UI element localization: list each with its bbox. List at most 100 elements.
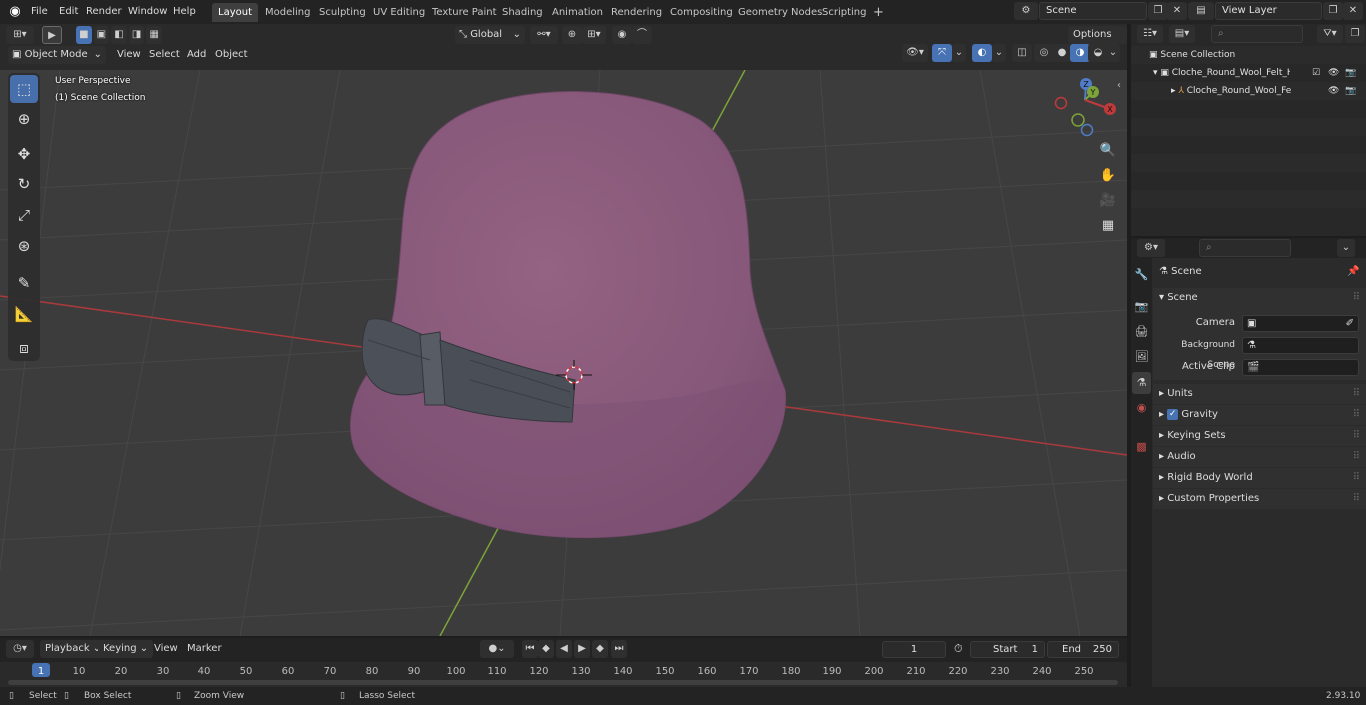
jump-start-icon[interactable]: ⏮ — [522, 640, 538, 658]
render-tab-icon[interactable]: 📷 — [1132, 296, 1151, 318]
drag-handle-icon[interactable]: ⠿ — [1353, 288, 1360, 308]
delete-scene-icon[interactable]: ✕ — [1167, 2, 1187, 20]
ortho-toggle-icon[interactable]: ▦ — [1097, 215, 1119, 237]
tab-modeling[interactable]: Modeling — [259, 3, 317, 22]
marker-menu[interactable]: Marker — [182, 640, 227, 658]
visibility-filter-icon[interactable]: 👁▾ — [902, 44, 928, 62]
tab-scripting[interactable]: Scripting — [816, 3, 872, 22]
gizmo-toggle-icon[interactable]: ⤧ — [932, 44, 952, 62]
camera-view-icon[interactable]: 🎥 — [1097, 190, 1119, 212]
menu-add[interactable]: Add — [182, 46, 211, 64]
proportional-edit-icon[interactable]: ◉ — [612, 26, 632, 44]
current-frame-field[interactable]: 1 — [882, 641, 946, 658]
sidebar-toggle-icon[interactable]: ‹ — [1117, 80, 1121, 91]
view-layer-tab-icon[interactable]: 🖼 — [1132, 346, 1151, 368]
filter-icon[interactable]: ⛛▾ — [1317, 25, 1343, 43]
gizmo-neg-z-handle[interactable] — [1080, 123, 1094, 137]
scene-selector-icon[interactable]: ⚙ — [1014, 2, 1038, 20]
eye-icon[interactable]: 👁 — [1328, 64, 1339, 82]
panel-audio[interactable]: ▸ Audio ⠿ — [1153, 447, 1366, 467]
new-view-layer-icon[interactable]: ❐ — [1323, 2, 1343, 20]
timeline-view-menu[interactable]: View — [149, 640, 183, 658]
menu-edit[interactable]: Edit — [54, 2, 83, 21]
keying-menu[interactable]: Keying ⌄ — [98, 640, 154, 658]
tab-sculpting[interactable]: Sculpting — [313, 3, 372, 22]
properties-search-input[interactable]: ⌕ — [1199, 239, 1291, 257]
tab-animation[interactable]: Animation — [546, 3, 609, 22]
drag-handle-icon[interactable]: ⠿ — [1353, 384, 1360, 404]
select-invert-icon[interactable]: ◨ — [128, 26, 145, 44]
add-cube-tool-icon[interactable]: ⧈ — [10, 334, 38, 362]
panel-rigid-body-world[interactable]: ▸ Rigid Body World ⠿ — [1153, 468, 1366, 488]
drag-handle-icon[interactable]: ⠿ — [1353, 489, 1360, 509]
solid-shading-icon[interactable]: ● — [1052, 44, 1072, 62]
snap-toggle-icon[interactable]: ⊕ — [562, 26, 582, 44]
view-layer-field[interactable]: View Layer — [1215, 2, 1322, 20]
menu-object[interactable]: Object — [210, 46, 253, 64]
tab-geometry-nodes[interactable]: Geometry Nodes — [732, 3, 828, 22]
scene-name-field[interactable]: Scene — [1039, 2, 1147, 20]
tab-shading[interactable]: Shading — [496, 3, 549, 22]
tab-compositing[interactable]: Compositing — [664, 3, 739, 22]
outliner-search-input[interactable]: ⌕ — [1211, 25, 1303, 43]
select-intersect-icon[interactable]: ▦ — [146, 26, 162, 44]
blender-logo-icon[interactable]: ◉ — [6, 3, 24, 21]
gizmo-neg-x-handle[interactable] — [1054, 96, 1068, 110]
record-button[interactable]: ●⌄ — [480, 640, 514, 658]
navigation-gizmo[interactable]: Z Y X — [1054, 78, 1117, 137]
panel-keying-sets[interactable]: ▸ Keying Sets ⠿ — [1153, 426, 1366, 446]
preview-range-icon[interactable]: ⏱ — [954, 642, 963, 656]
new-scene-icon[interactable]: ❐ — [1148, 2, 1168, 20]
chevron-down-icon[interactable]: ⌄ — [992, 44, 1006, 62]
drag-handle-icon[interactable]: ⠿ — [1353, 447, 1360, 467]
end-frame-field[interactable]: End 250 — [1047, 641, 1119, 658]
mode-dropdown[interactable]: ▣ Object Mode ⌄ — [8, 46, 106, 64]
eyedropper-icon[interactable]: ✐ — [1346, 316, 1354, 331]
play-reverse-icon[interactable]: ◀ — [556, 640, 572, 658]
cursor-tool-icon[interactable]: ⊕ — [10, 105, 38, 133]
menu-render[interactable]: Render — [81, 2, 127, 21]
snap-target-icon[interactable]: ⊞▾ — [582, 26, 606, 44]
delete-view-layer-icon[interactable]: ✕ — [1343, 2, 1363, 20]
panel-custom-properties[interactable]: ▸ Custom Properties ⠿ — [1153, 489, 1366, 509]
panel-units[interactable]: ▸ Units ⠿ — [1153, 384, 1366, 404]
tab-layout[interactable]: Layout — [212, 3, 258, 22]
world-tab-icon[interactable]: ◉ — [1132, 397, 1151, 419]
exclude-checkbox-icon[interactable]: ☑ — [1312, 64, 1320, 82]
new-collection-icon[interactable]: ❐ — [1345, 25, 1365, 43]
select-tool-icon[interactable]: ▶ — [42, 26, 62, 44]
view-layer-selector-icon[interactable]: ▤ — [1188, 2, 1214, 20]
menu-file[interactable]: File — [26, 2, 53, 21]
camera-field[interactable]: ▣ ✐ — [1242, 315, 1359, 332]
xray-toggle-icon[interactable]: ◫ — [1012, 44, 1032, 62]
drag-handle-icon[interactable]: ⠿ — [1353, 405, 1360, 425]
rotate-tool-icon[interactable]: ↻ — [10, 170, 38, 198]
transform-orientation-dropdown[interactable]: ⤡ Global ⌄ — [455, 26, 525, 44]
outliner-row-object[interactable]: ▸ ⅄ Cloche_Round_Wool_Felt 👁 📷 — [1131, 82, 1366, 100]
panel-scene-header[interactable]: ▾ Scene ⠿ — [1153, 288, 1366, 308]
select-new-icon[interactable]: ■ — [76, 26, 92, 44]
gizmo-neg-y-handle[interactable] — [1071, 113, 1085, 127]
camera-icon[interactable]: 📷 — [1345, 82, 1356, 100]
select-subtract-icon[interactable]: ◧ — [111, 26, 127, 44]
drag-handle-icon[interactable]: ⠿ — [1353, 426, 1360, 446]
outliner-row-scene-collection[interactable]: ▣ Scene Collection — [1131, 46, 1366, 64]
panel-gravity[interactable]: ▸ ✓ Gravity ⠿ — [1153, 405, 1366, 425]
display-mode-icon[interactable]: ▤▾ — [1169, 25, 1195, 43]
timeline-type-icon[interactable]: ◷▾ — [6, 640, 34, 658]
transform-tool-icon[interactable]: ⊛ — [10, 232, 38, 260]
falloff-icon[interactable]: ⌒ — [632, 26, 652, 44]
add-workspace-icon[interactable]: + — [867, 3, 890, 22]
chevron-down-icon[interactable]: ⌄ — [952, 44, 966, 62]
camera-icon[interactable]: 📷 — [1345, 64, 1356, 82]
gravity-checkbox[interactable]: ✓ — [1167, 408, 1179, 420]
jump-end-icon[interactable]: ⏭ — [611, 640, 627, 658]
background-scene-field[interactable]: ⚗ — [1242, 337, 1359, 354]
overlays-toggle-icon[interactable]: ◐ — [972, 44, 992, 62]
next-keyframe-icon[interactable]: ◆ — [592, 640, 608, 658]
chevron-down-icon[interactable]: ⌄ — [1337, 239, 1355, 257]
pin-icon[interactable]: 📌 — [1347, 262, 1359, 282]
playback-menu[interactable]: Playback ⌄ — [40, 640, 107, 658]
output-tab-icon[interactable]: 🖨 — [1132, 321, 1151, 343]
menu-view[interactable]: View — [112, 46, 146, 64]
